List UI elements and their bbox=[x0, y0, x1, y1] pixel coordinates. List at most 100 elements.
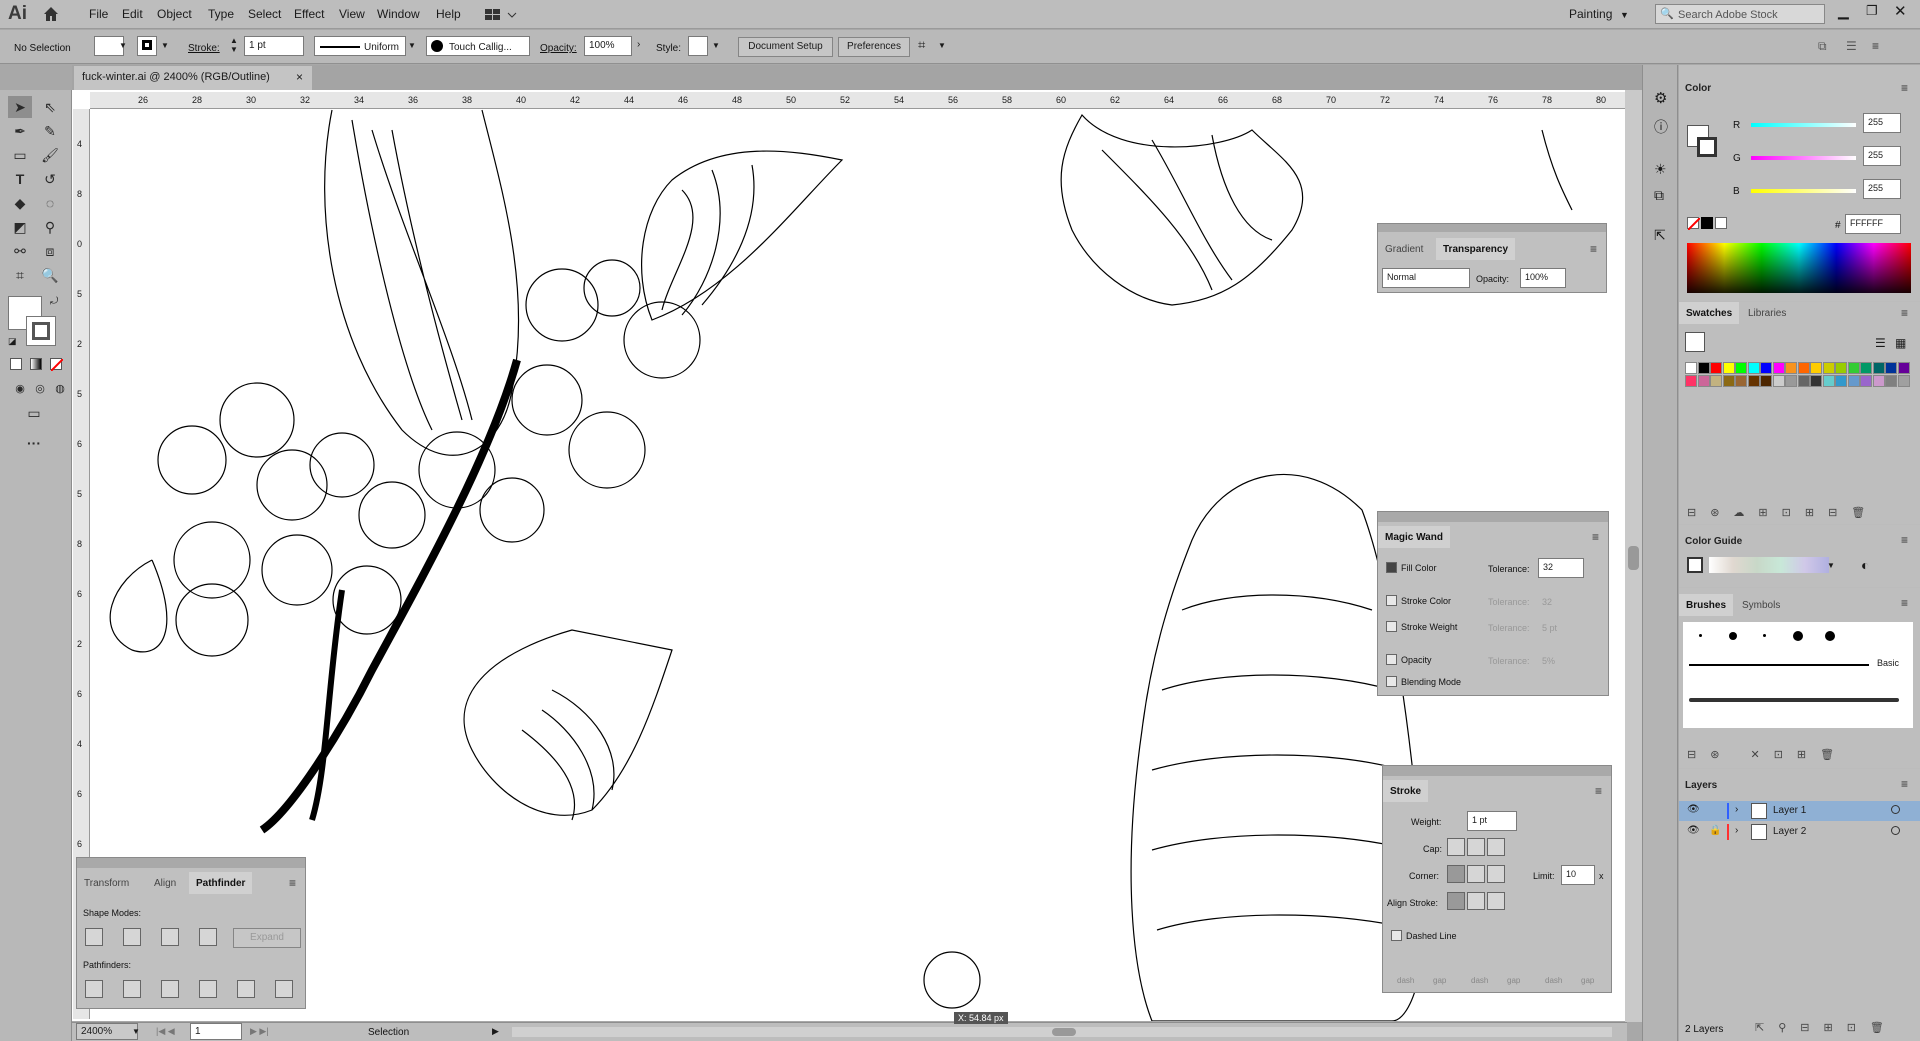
scroll-thumb[interactable] bbox=[1628, 546, 1639, 570]
swatch-chip[interactable] bbox=[1835, 375, 1847, 387]
menu-select[interactable]: Select bbox=[248, 7, 281, 21]
chevron-right-icon[interactable]: › bbox=[637, 39, 640, 50]
swatch-chip[interactable] bbox=[1797, 362, 1810, 374]
color-mode-icon[interactable] bbox=[10, 358, 22, 370]
swatch-chip[interactable] bbox=[1885, 375, 1897, 387]
next-artboard-icon[interactable]: ▶ ▶| bbox=[250, 1026, 269, 1037]
first-artboard-icon[interactable]: |◀ ◀ bbox=[156, 1026, 175, 1037]
style-swatch[interactable] bbox=[688, 36, 708, 56]
tab-swatches[interactable]: Swatches bbox=[1679, 302, 1740, 324]
menu-effect[interactable]: Effect bbox=[294, 7, 324, 21]
swatch-chip[interactable] bbox=[1747, 362, 1760, 374]
screen-mode-icon[interactable]: ▭ bbox=[22, 402, 46, 424]
black-swatch[interactable] bbox=[1701, 217, 1713, 229]
swatch-chip[interactable] bbox=[1897, 375, 1910, 387]
type-tool-icon[interactable]: T bbox=[8, 168, 32, 190]
artboard-field[interactable]: 1 bbox=[190, 1023, 242, 1040]
home-icon[interactable] bbox=[42, 5, 60, 23]
layer-name[interactable]: Layer 2 bbox=[1773, 826, 1806, 837]
swatch-chip[interactable] bbox=[1872, 362, 1885, 374]
trim-icon[interactable] bbox=[123, 980, 141, 998]
green-slider[interactable] bbox=[1751, 156, 1856, 160]
color-spectrum[interactable] bbox=[1687, 243, 1911, 293]
visibility-eye-icon[interactable]: 👁 bbox=[1687, 825, 1700, 836]
stroke-weight-field[interactable]: 1 pt bbox=[244, 36, 304, 56]
merge-icon[interactable] bbox=[161, 980, 179, 998]
menu-file[interactable]: File bbox=[89, 7, 108, 21]
fill-color-box[interactable] bbox=[1685, 332, 1705, 352]
exclude-icon[interactable] bbox=[199, 928, 217, 946]
swatch-chip[interactable] bbox=[1797, 375, 1810, 387]
chevron-down-icon[interactable]: ▼ bbox=[712, 41, 720, 50]
charcoal-brush-stroke[interactable] bbox=[1689, 698, 1899, 702]
lock-icon[interactable]: 🔒 bbox=[1709, 825, 1721, 836]
swatch-chip[interactable] bbox=[1710, 362, 1722, 374]
tab-symbols[interactable]: Symbols bbox=[1735, 594, 1787, 616]
layer-row-1[interactable]: 👁 › Layer 1 bbox=[1679, 801, 1920, 821]
swatch-chip[interactable] bbox=[1697, 362, 1710, 374]
transform-icon[interactable]: ⌗ bbox=[918, 37, 925, 53]
pen-tool-icon[interactable]: ✒ bbox=[8, 120, 32, 142]
menu-help[interactable]: Help bbox=[436, 7, 461, 21]
swatch-chip[interactable] bbox=[1835, 362, 1847, 374]
minimize-icon[interactable]: ▁ bbox=[1838, 3, 1849, 20]
swatch-chip[interactable] bbox=[1810, 362, 1822, 374]
swap-colors-icon[interactable]: ⤾ bbox=[50, 296, 58, 307]
hex-field[interactable]: FFFFFF bbox=[1845, 214, 1901, 234]
round-cap-icon[interactable] bbox=[1467, 838, 1485, 856]
tab-transparency[interactable]: Transparency bbox=[1436, 238, 1516, 260]
brush-dot-small[interactable] bbox=[1763, 634, 1766, 637]
live-paint-icon[interactable]: ⧈ bbox=[38, 240, 62, 262]
swatch-chip[interactable] bbox=[1772, 362, 1785, 374]
magic-wand-title[interactable]: Magic Wand bbox=[1378, 526, 1450, 548]
gradient-mode-icon[interactable] bbox=[30, 358, 42, 370]
chevron-down-icon[interactable]: ▼ bbox=[938, 41, 946, 50]
chevron-down-icon[interactable]: ▼ bbox=[119, 41, 127, 50]
workspace-switcher[interactable]: Painting bbox=[1569, 7, 1612, 21]
layer-actions-icons[interactable]: ⇱⚲⊟⊞⊡🗑 bbox=[1755, 1021, 1898, 1034]
tab-brushes[interactable]: Brushes bbox=[1679, 594, 1734, 616]
chevron-right-icon[interactable]: ▶ bbox=[492, 1026, 499, 1037]
default-colors-icon[interactable]: ◪ bbox=[8, 336, 17, 347]
chevron-down-icon[interactable]: ▼ bbox=[408, 41, 416, 50]
stroke-label[interactable]: Stroke: bbox=[188, 43, 220, 54]
menu-edit[interactable]: Edit bbox=[122, 7, 143, 21]
appearance-icon[interactable]: ⚙ bbox=[1654, 89, 1667, 107]
menu-view[interactable]: View bbox=[339, 7, 365, 21]
align-outside-icon[interactable] bbox=[1487, 892, 1505, 910]
panel-menu-icon[interactable]: ≡ bbox=[1901, 596, 1908, 610]
panel-grip[interactable] bbox=[1378, 224, 1606, 232]
brush-dot-large[interactable] bbox=[1825, 631, 1835, 641]
swatch-chip[interactable] bbox=[1847, 362, 1860, 374]
chevron-down-icon[interactable]: ▼ bbox=[1827, 561, 1835, 570]
opacity-field[interactable]: 100% bbox=[1520, 268, 1566, 288]
tab-align[interactable]: Align bbox=[147, 872, 183, 894]
swatch-chip[interactable] bbox=[1735, 362, 1747, 374]
expand-button[interactable]: Expand bbox=[233, 928, 301, 948]
tab-gradient[interactable]: Gradient bbox=[1378, 238, 1430, 260]
artboard-tool-icon[interactable]: ⌗ bbox=[8, 264, 32, 286]
target-circle-icon[interactable] bbox=[1891, 826, 1900, 835]
layer-name[interactable]: Layer 1 bbox=[1773, 805, 1806, 816]
minus-front-icon[interactable] bbox=[123, 928, 141, 946]
hamburger-menu-icon[interactable]: ≡ bbox=[1872, 39, 1879, 53]
opacity-label[interactable]: Opacity: bbox=[540, 43, 577, 54]
blending-mode-checkbox[interactable] bbox=[1386, 676, 1397, 687]
minus-back-icon[interactable] bbox=[275, 980, 293, 998]
scroll-thumb[interactable] bbox=[1052, 1028, 1076, 1036]
panel-grip[interactable] bbox=[77, 858, 305, 868]
menu-type[interactable]: Type bbox=[208, 7, 234, 21]
image-trace-icon[interactable]: ⧉ bbox=[1654, 187, 1664, 204]
color-wheel-icon[interactable]: ◐ bbox=[1861, 557, 1869, 573]
draw-inside-icon[interactable]: ◍ bbox=[48, 378, 72, 400]
close-tab-icon[interactable]: × bbox=[296, 70, 303, 84]
menu-window[interactable]: Window bbox=[377, 7, 420, 21]
swatch-chip[interactable] bbox=[1847, 375, 1860, 387]
brush-dot-large[interactable] bbox=[1793, 631, 1803, 641]
menu-object[interactable]: Object bbox=[157, 7, 192, 21]
tab-libraries[interactable]: Libraries bbox=[1741, 302, 1793, 324]
swatch-chip[interactable] bbox=[1810, 375, 1822, 387]
target-circle-icon[interactable] bbox=[1891, 805, 1900, 814]
swatch-chip[interactable] bbox=[1822, 362, 1835, 374]
intersect-icon[interactable] bbox=[161, 928, 179, 946]
